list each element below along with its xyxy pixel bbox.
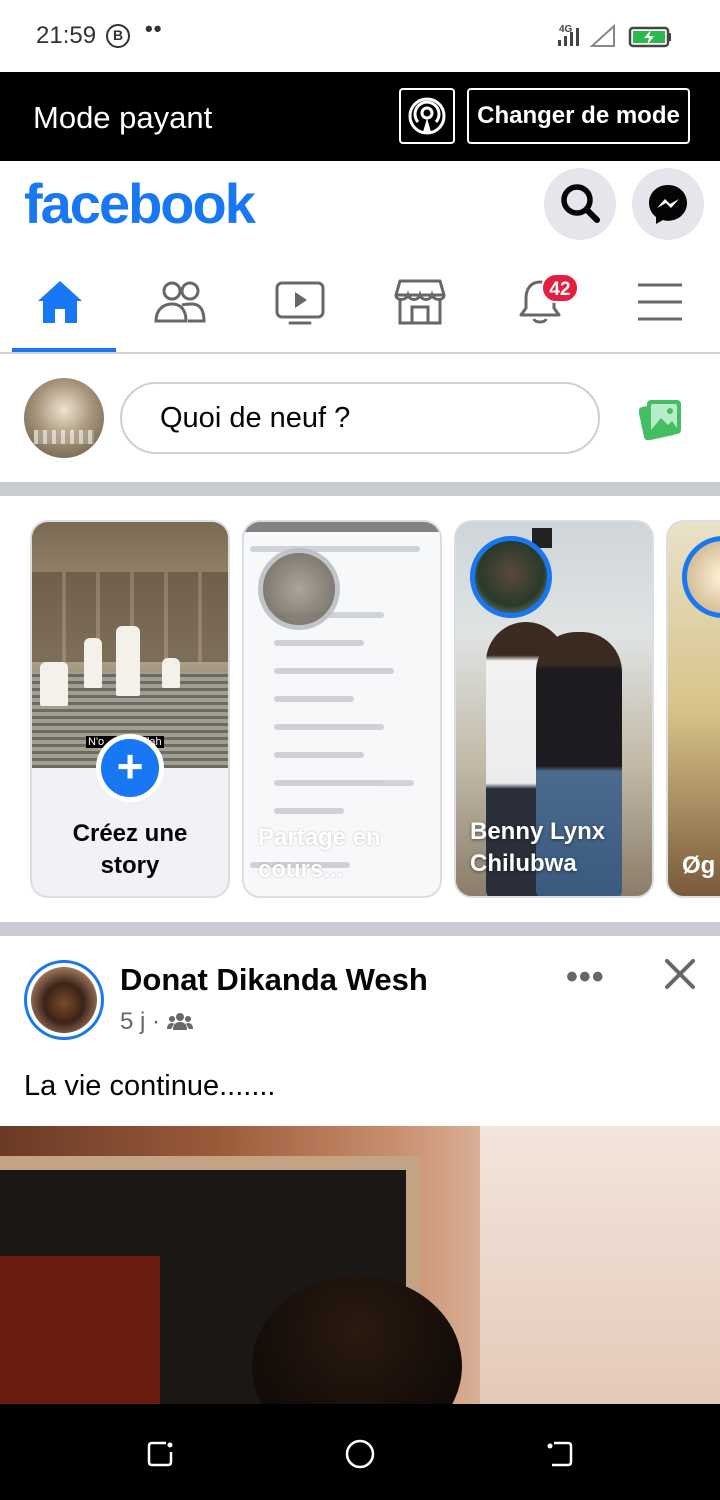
tab-watch[interactable] [246,253,354,352]
signal-icon: 4G [558,23,671,48]
post-hide-button[interactable] [662,956,698,997]
story-caption: Benny Lynx Chilubwa [470,816,650,880]
post-meta-separator: · [152,1008,161,1035]
friends-audience-icon [166,1013,193,1030]
create-story-label-line2: story [100,852,160,879]
story-caption: Øg [682,852,716,879]
post-more-options-icon[interactable]: ••• [566,958,605,997]
post-time[interactable]: 5 j [120,1008,145,1035]
menu-icon [638,283,682,321]
main-nav [0,253,720,354]
story-avatar [258,548,340,630]
post-author-name[interactable]: Donat Dikanda Wesh [120,962,428,998]
messenger-button[interactable] [632,168,704,240]
notification-badge: 42 [541,273,579,303]
status-dots: •• [145,16,163,41]
tab-marketplace[interactable] [366,253,474,352]
video-icon [275,281,325,325]
post-author-avatar[interactable] [24,960,104,1040]
post-text: La vie continue....... [24,1070,276,1102]
story-caption-line1: Benny Lynx [470,818,606,845]
story-avatar [470,536,552,618]
create-story-card[interactable]: N'o Allah + Créez une story [30,520,230,898]
story-caption-line2: Chilubwa [470,850,577,877]
stories-tray: N'o Allah + Créez une story Partage en c… [0,496,720,922]
facebook-logo[interactable]: facebook [24,171,256,236]
photo-button[interactable] [638,398,683,445]
radio-tower-button[interactable] [399,88,455,144]
feed-post: Donat Dikanda Wesh 5 j · ••• La vie cont… [0,936,720,1406]
story-caption-line2: cours... [258,856,344,883]
home-circle-icon[interactable] [344,1438,376,1470]
my-avatar[interactable] [24,378,104,458]
radio-tower-icon [408,97,446,135]
mode-label: Mode payant [33,100,213,135]
status-time: 21:59 [36,22,97,49]
section-divider [0,482,720,496]
post-composer: Quoi de neuf ? [0,354,720,482]
friends-icon [154,281,206,323]
post-image[interactable] [0,1126,720,1406]
status-b-icon: B [106,24,130,48]
story-card[interactable]: Benny Lynx Chilubwa [454,520,654,898]
search-icon [561,184,600,223]
mode-banner: Mode payant Changer de mode [0,72,720,161]
create-story-label: Créez une story [32,818,228,882]
add-story-icon[interactable]: + [96,734,164,802]
tab-notifications[interactable] [486,253,594,352]
status-bar: 21:59 B •• 4G [0,0,720,72]
system-nav-bar [0,1404,720,1500]
story-caption: Partage en cours... [258,822,408,886]
app-header: facebook [0,161,720,253]
post-meta: 5 j · [120,1008,193,1036]
tab-home[interactable] [6,253,116,352]
story-caption-line1: Partage en [258,824,381,851]
search-button[interactable] [544,168,616,240]
create-story-photo: N'o Allah [32,522,228,768]
photo-icon [638,400,681,441]
story-card[interactable]: Øg [666,520,720,898]
status-icons: 4G [556,22,696,50]
tab-friends[interactable] [126,253,234,352]
create-story-label-line1: Créez une [72,820,188,847]
messenger-icon [649,185,687,224]
change-mode-button[interactable]: Changer de mode [467,88,690,144]
close-icon [665,959,695,989]
story-card[interactable]: Partage en cours... [242,520,442,898]
composer-input[interactable]: Quoi de neuf ? [120,382,600,454]
home-icon [38,281,82,323]
back-icon[interactable] [544,1438,576,1470]
tab-menu[interactable] [606,253,714,352]
shop-icon [394,279,446,325]
story-avatar [682,536,720,618]
section-divider [0,922,720,936]
recent-apps-icon[interactable] [144,1438,176,1470]
